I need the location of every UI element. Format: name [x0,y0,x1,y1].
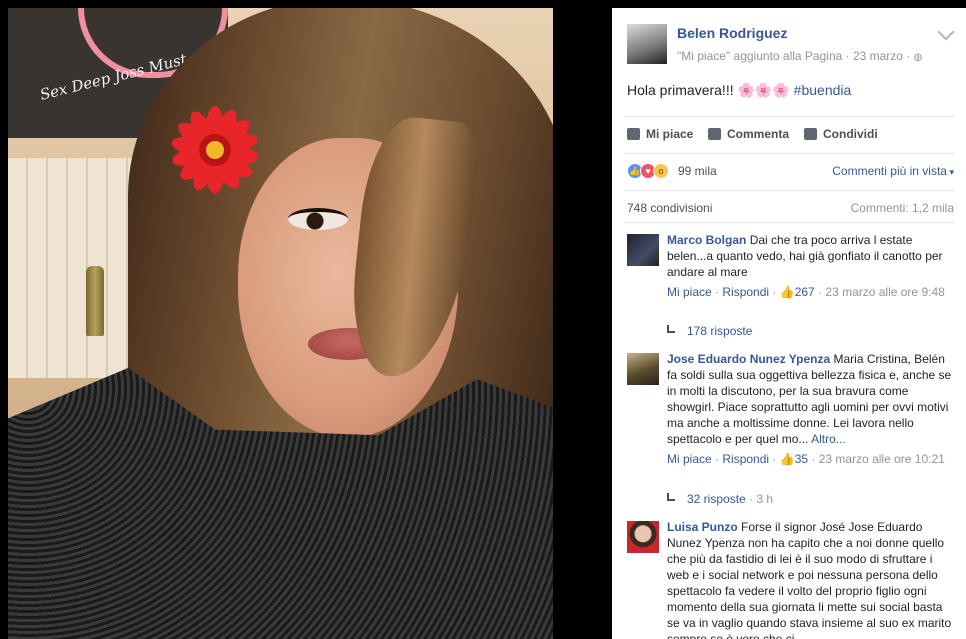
comment-like-count[interactable]: 35 [795,452,808,466]
replies-link[interactable]: 32 risposte · 3 h [667,492,773,506]
post-photo[interactable]: Sex Deep Joss Must [8,8,553,639]
like-button[interactable]: Mi piace [627,127,693,141]
share-count[interactable]: 748 condivisioni [627,201,712,215]
replies-time: · 3 h [745,492,774,506]
commenter-avatar[interactable] [627,234,659,266]
post-meta-text: "Mi piace" aggiunto alla Pagina · 23 mar… [677,49,914,63]
share-icon [804,128,817,140]
divider [624,222,954,223]
divider [624,116,954,117]
comment-reply-link[interactable]: Rispondi [722,452,769,466]
comment-time[interactable]: 23 marzo alle ore 9:48 [825,285,944,299]
comment-text: Forse il signor José Jose Eduardo Nunez … [667,520,952,639]
reply-arrow-icon [667,325,675,333]
comment-body: Luisa Punzo Forse il signor José Jose Ed… [667,519,957,639]
chevron-down-icon[interactable] [937,23,955,41]
post-actions: Mi piace Commenta Condividi [612,125,966,151]
post-header: Belen Rodriguez "Mi piace" aggiunto alla… [612,8,966,68]
replies-link[interactable]: 178 risposte [667,324,752,338]
comment-label: Commenta [727,127,790,141]
post-meta: "Mi piace" aggiunto alla Pagina · 23 mar… [677,49,922,63]
flower-icon [171,106,259,194]
comment-like-count[interactable]: 267 [795,285,815,299]
comment-body: Jose Eduardo Nunez Ypenza Maria Cristina… [667,351,957,467]
replies-count: 32 risposte [687,492,746,506]
reactions-row: 👍 ♥ o 99 mila Commenti più in vista [612,160,966,186]
comment-sort-dropdown[interactable]: Commenti più in vista [832,164,954,178]
comment-footer: Mi piace · Rispondi · 👍35 · 23 marzo all… [667,452,945,466]
comment-body: Marco Bolgan Dai che tra poco arriva l e… [667,232,957,300]
shares-row: 748 condivisioni Commenti: 1,2 mila [612,198,966,218]
post-sidebar: Belen Rodriguez "Mi piace" aggiunto alla… [612,8,966,639]
thumbs-up-icon: 👍 [779,452,795,466]
comment-button[interactable]: Commenta [708,127,789,141]
reaction-icons[interactable]: 👍 ♥ o [627,163,669,179]
commenter-name[interactable]: Jose Eduardo Nunez Ypenza [667,352,830,366]
flower-emoji: 🌸🌸🌸 [737,82,790,98]
share-label: Condividi [823,127,878,141]
commenter-avatar[interactable] [627,353,659,385]
thumbs-up-icon: 👍 [779,285,795,299]
post-text: Hola primavera!!! 🌸🌸🌸 #buendia [627,82,851,99]
commenter-avatar[interactable] [627,521,659,553]
post-body: Hola primavera!!! [627,82,734,98]
comment-time[interactable]: 23 marzo alle ore 10:21 [819,452,945,466]
photo-bottle [86,266,104,336]
wow-reaction-icon: o [653,163,669,179]
photo-viewer: Sex Deep Joss Must [0,0,612,639]
thumbs-up-icon [627,128,640,140]
commenter-name[interactable]: Luisa Punzo [667,520,738,534]
comment-like-link[interactable]: Mi piace [667,285,712,299]
divider [624,153,954,154]
see-more-link[interactable]: Altro... [811,432,846,446]
commenter-name[interactable]: Marco Bolgan [667,233,746,247]
author-name[interactable]: Belen Rodriguez [677,25,787,41]
comment-like-link[interactable]: Mi piace [667,452,712,466]
replies-count: 178 risposte [687,324,753,338]
comment-icon [708,128,721,140]
globe-icon: ◍ [913,52,923,63]
like-label: Mi piace [646,127,694,141]
comment-reply-link[interactable]: Rispondi [722,285,769,299]
reaction-count[interactable]: 99 mila [678,164,717,178]
reply-arrow-icon [667,493,675,501]
divider [624,190,954,191]
hashtag-link[interactable]: #buendia [794,82,852,98]
comment-footer: Mi piace · Rispondi · 👍267 · 23 marzo al… [667,285,945,299]
author-avatar[interactable] [627,24,667,64]
comment-text: Maria Cristina, Belén fa soldi sulla sua… [667,352,952,446]
share-button[interactable]: Condividi [804,127,878,141]
comments-count: Commenti: 1,2 mila [850,201,954,215]
photo-eye [288,208,348,230]
